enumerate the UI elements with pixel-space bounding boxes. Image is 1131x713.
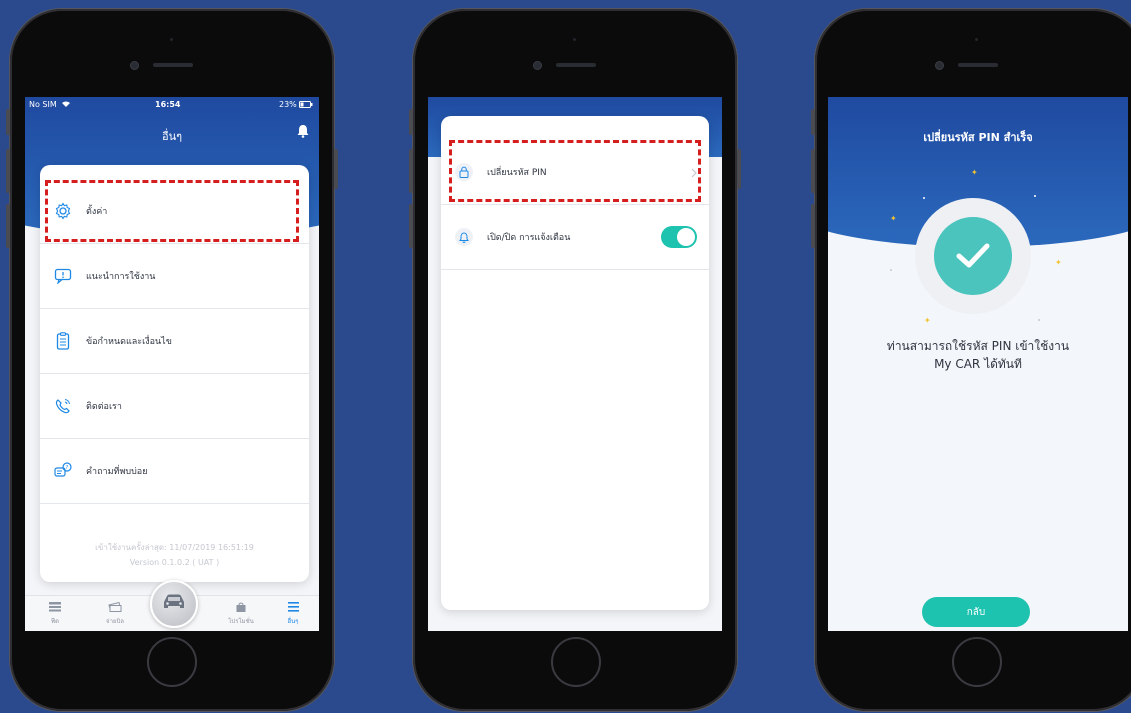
clock-text: 16:54 [155, 100, 181, 109]
sparkle-icon: ✦ [924, 316, 931, 325]
success-title: เปลี่ยนรหัส PIN สำเร็จ [923, 131, 1033, 144]
power-button [334, 149, 338, 189]
earpiece-speaker [153, 63, 193, 67]
front-camera [935, 61, 944, 70]
earpiece-speaker [958, 63, 998, 67]
tab-more[interactable]: อื่นๆ [273, 602, 313, 626]
tab-label: อื่นๆ [287, 618, 299, 625]
volume-down-button [811, 204, 815, 248]
sparkle-icon: ✦ [1055, 258, 1062, 267]
highlight-box-settings [45, 180, 299, 242]
menu-item-label: คำถามที่พบบ่อย [86, 467, 148, 477]
earpiece-speaker [556, 63, 596, 67]
front-camera [533, 61, 542, 70]
menu-item-label: แนะนำการใช้งาน [86, 272, 156, 282]
tab-promotion[interactable]: โปรโมชั่น [221, 602, 261, 626]
notification-toggle[interactable] [661, 226, 697, 248]
tab-bill[interactable]: จ่ายบิล [95, 601, 135, 626]
tab-label: ฟีด [50, 618, 60, 625]
menu-item-terms[interactable]: ข้อกำหนดและเงื่อนไข [40, 309, 309, 374]
tab-label: จ่ายบิล [106, 618, 124, 625]
sparkle-dot [890, 269, 892, 271]
checkmark-icon [934, 217, 1012, 295]
screen-menu: No SIM 16:54 23% อื่นๆ ตั้งค่า แนะนำการใ… [25, 97, 319, 631]
document-icon [54, 332, 72, 350]
menu-item-faq[interactable]: ? คำถามที่พบบ่อย [40, 439, 309, 504]
menu-item-contact[interactable]: ติดต่อเรา [40, 374, 309, 439]
sparkle-dot [923, 197, 925, 199]
screen-success: เปลี่ยนรหัส PIN สำเร็จ ✦ ✦ ✦ ✦ ท่านสามาร… [828, 97, 1128, 631]
menu-item-label: ติดต่อเรา [86, 402, 122, 412]
faq-icon: ? [54, 462, 72, 480]
menu-item-label: ข้อกำหนดและเงื่อนไข [86, 337, 172, 347]
svg-text:?: ? [65, 465, 68, 471]
setting-label: เปิด/ปิด การแจ้งเตือน [487, 233, 571, 243]
volume-down-button [6, 204, 10, 248]
mute-switch [6, 109, 10, 135]
volume-down-button [409, 204, 413, 248]
car-center-button[interactable] [150, 580, 198, 628]
car-icon [161, 593, 187, 615]
home-button[interactable] [551, 637, 601, 687]
success-badge [915, 198, 1031, 314]
phone-icon [54, 397, 72, 415]
phone-frame-3: เปลี่ยนรหัส PIN สำเร็จ ✦ ✦ ✦ ✦ ท่านสามาร… [811, 9, 1131, 711]
proximity-sensor [975, 38, 978, 41]
feed-icon [35, 602, 75, 614]
bell-icon [455, 228, 473, 246]
tab-feed[interactable]: ฟีด [35, 602, 75, 626]
battery-text: 23% [279, 100, 297, 109]
sparkle-dot [1038, 319, 1040, 321]
page-title: อื่นๆ [161, 130, 183, 143]
sparkle-icon: ✦ [971, 168, 978, 177]
battery-icon [299, 101, 313, 110]
success-message: ท่านสามารถใช้รหัส PIN เข้าใช้งาน My CAR … [828, 337, 1128, 373]
version-text: Version 0.1.0.2 ( UAT ) [129, 558, 220, 567]
sparkle-icon: ✦ [890, 214, 897, 223]
sparkle-dot [1034, 195, 1036, 197]
carrier-text: No SIM [29, 100, 57, 109]
home-button[interactable] [147, 637, 197, 687]
phone-frame-2: เปลี่ยนรหัส PIN เปิด/ปิด การแจ้งเตือน [409, 9, 741, 711]
menu-item-guide[interactable]: แนะนำการใช้งาน [40, 244, 309, 309]
proximity-sensor [573, 38, 576, 41]
highlight-box-change-pin [449, 140, 701, 202]
success-message-line1: ท่านสามารถใช้รหัส PIN เข้าใช้งาน [886, 339, 1070, 353]
volume-up-button [6, 149, 10, 193]
bottom-tab-bar: ฟีด จ่ายบิล โปรโมชั่น อื่นๆ [25, 580, 319, 631]
front-camera [130, 61, 139, 70]
tab-label: โปรโมชั่น [228, 618, 254, 625]
volume-up-button [811, 149, 815, 193]
setting-notification: เปิด/ปิด การแจ้งเตือน [441, 205, 709, 270]
power-button [737, 149, 741, 189]
notification-bell-icon[interactable] [297, 123, 309, 138]
phone-frame-1: No SIM 16:54 23% อื่นๆ ตั้งค่า แนะนำการใ… [6, 9, 338, 711]
volume-up-button [409, 149, 413, 193]
home-button[interactable] [952, 637, 1002, 687]
mute-switch [811, 109, 815, 135]
mute-switch [409, 109, 413, 135]
status-bar: No SIM 16:54 23% [25, 100, 319, 112]
menu-icon [273, 602, 313, 614]
back-button[interactable]: กลับ [922, 597, 1030, 627]
bill-icon [95, 601, 135, 614]
promotion-icon [221, 602, 261, 614]
proximity-sensor [170, 38, 173, 41]
success-message-line2: My CAR ได้ทันที [934, 357, 1022, 371]
wifi-icon [61, 100, 71, 110]
last-login-text: เข้าใช้งานครั้งล่าสุด: 11/07/2019 16:51:… [95, 543, 254, 552]
guide-icon [54, 267, 72, 285]
